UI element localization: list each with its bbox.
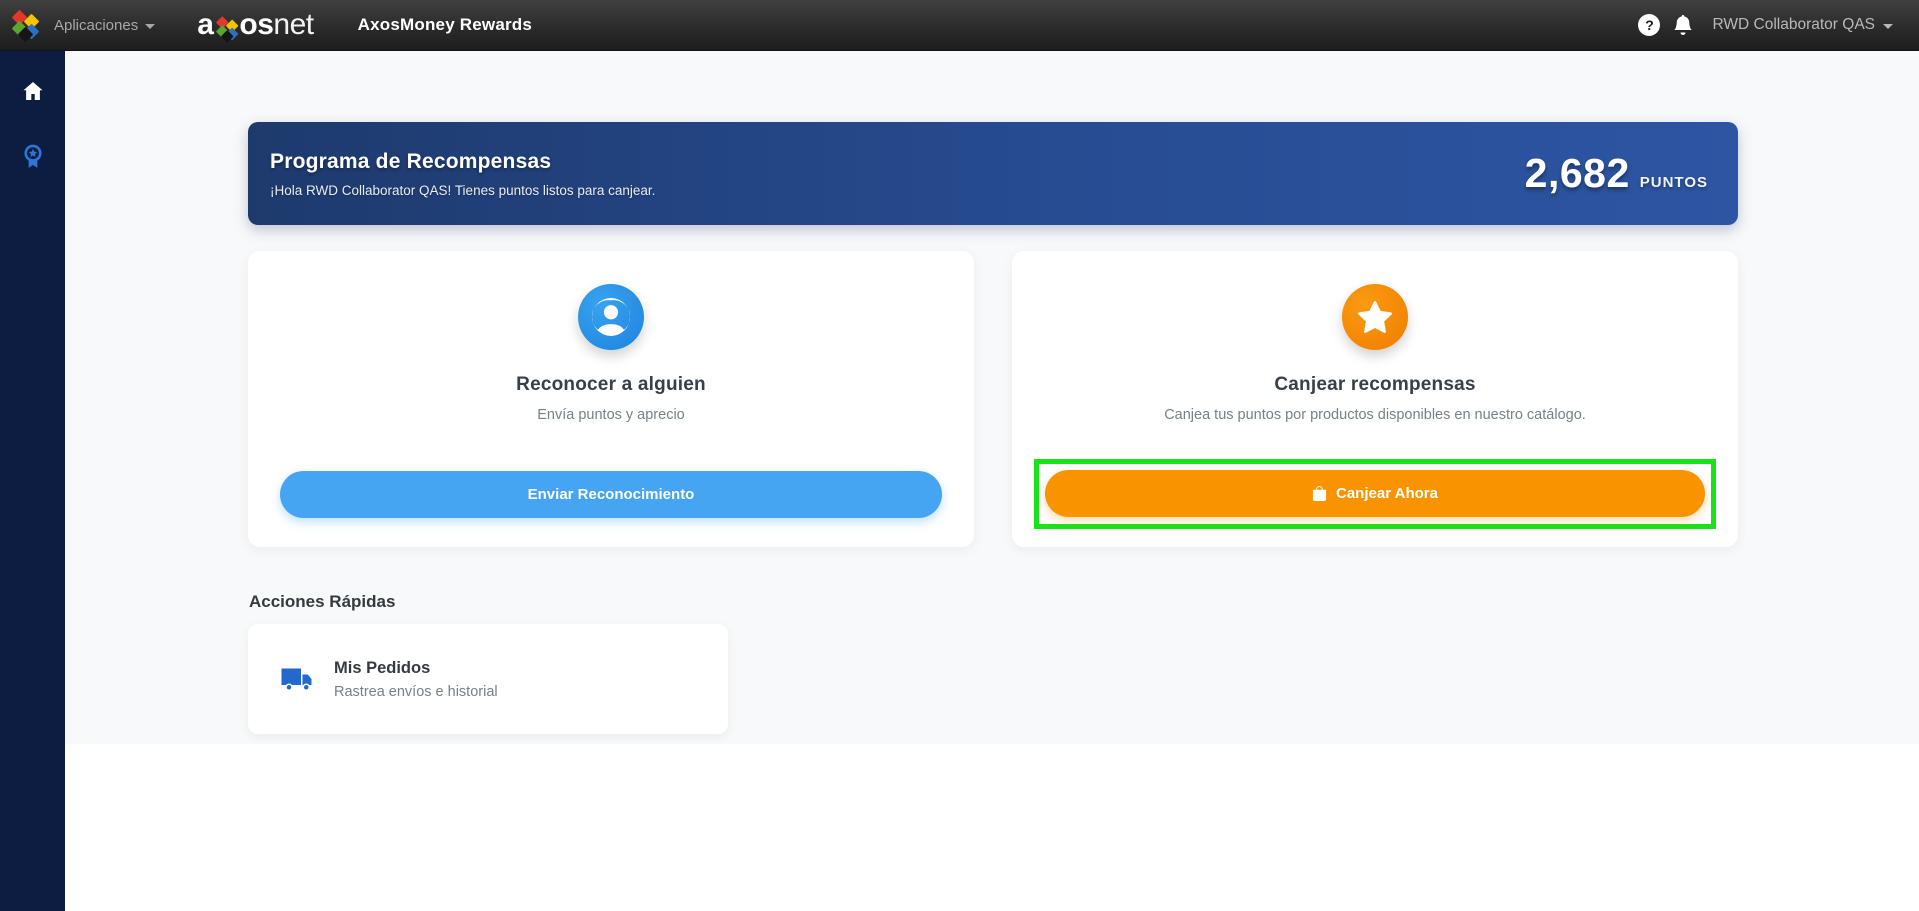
highlight-annotation-box: Canjear Ahora <box>1034 459 1716 529</box>
app-title: AxosMoney Rewards <box>358 15 532 35</box>
points-value: 2,682 <box>1525 150 1630 197</box>
navbar-left-group: Aplicaciones a os net AxosMoney Rewards <box>0 8 532 42</box>
aplicaciones-dropdown[interactable]: Aplicaciones <box>54 17 155 34</box>
left-sidebar <box>0 51 65 911</box>
brand-prefix: a <box>197 8 213 42</box>
user-name-label: RWD Collaborator QAS <box>1712 16 1875 34</box>
chevron-down-icon <box>145 24 155 29</box>
rewards-program-banner: Programa de Recompensas ¡Hola RWD Collab… <box>248 122 1738 225</box>
star-icon <box>1358 300 1392 334</box>
rewards-badge-icon <box>20 144 46 170</box>
banner-title: Programa de Recompensas <box>270 150 655 174</box>
top-navbar: Aplicaciones a os net AxosMoney Rewards … <box>0 0 1919 51</box>
person-circle-icon <box>578 284 644 350</box>
quick-actions-heading: Acciones Rápidas <box>249 592 395 612</box>
sidebar-item-rewards[interactable] <box>13 137 53 177</box>
my-orders-text-group: Mis Pedidos Rastrea envíos e historial <box>334 659 498 700</box>
my-orders-subtitle: Rastrea envíos e historial <box>334 684 498 700</box>
help-icon[interactable]: ? <box>1638 14 1660 36</box>
recognize-card-title: Reconocer a alguien <box>516 374 706 396</box>
recognize-card-subtitle: Envía puntos y aprecio <box>537 407 685 423</box>
home-icon <box>21 79 45 103</box>
points-balance: 2,682 PUNTOS <box>1525 150 1708 197</box>
my-orders-title: Mis Pedidos <box>334 659 498 678</box>
brand-x-icon <box>217 17 237 37</box>
redeem-card-title: Canjear recompensas <box>1274 374 1475 396</box>
help-glyph: ? <box>1645 17 1654 33</box>
axosnet-brand-logo[interactable]: a os net <box>197 8 313 42</box>
axos-apps-logo-icon <box>12 11 40 39</box>
send-recognition-button[interactable]: Enviar Reconocimiento <box>280 471 942 518</box>
redeem-card-subtitle: Canjea tus puntos por productos disponib… <box>1164 407 1586 423</box>
sidebar-item-home[interactable] <box>13 71 53 111</box>
aplicaciones-label: Aplicaciones <box>54 17 138 34</box>
redeem-card: Canjear recompensas Canjea tus puntos po… <box>1012 251 1738 547</box>
redeem-now-button[interactable]: Canjear Ahora <box>1045 470 1705 517</box>
my-orders-card[interactable]: Mis Pedidos Rastrea envíos e historial <box>248 624 728 734</box>
chevron-down-icon <box>1883 24 1893 29</box>
star-circle-icon <box>1342 284 1408 350</box>
recognize-card: Reconocer a alguien Envía puntos y aprec… <box>248 251 974 547</box>
shopping-bag-icon <box>1312 486 1327 501</box>
banner-subtitle: ¡Hola RWD Collaborator QAS! Tienes punto… <box>270 183 655 198</box>
notifications-bell-icon[interactable] <box>1672 14 1694 36</box>
brand-suffix: net <box>273 8 313 42</box>
truck-icon <box>280 661 316 697</box>
navbar-right-group: ? RWD Collaborator QAS <box>1638 14 1919 36</box>
banner-text-group: Programa de Recompensas ¡Hola RWD Collab… <box>270 150 655 198</box>
points-label: PUNTOS <box>1640 174 1708 191</box>
send-recognition-button-label: Enviar Reconocimiento <box>528 486 695 503</box>
brand-mid: os <box>239 8 273 42</box>
bell-icon <box>1673 15 1693 35</box>
user-account-dropdown[interactable]: RWD Collaborator QAS <box>1712 16 1893 34</box>
redeem-now-button-label: Canjear Ahora <box>1336 485 1438 502</box>
person-icon <box>592 298 630 336</box>
